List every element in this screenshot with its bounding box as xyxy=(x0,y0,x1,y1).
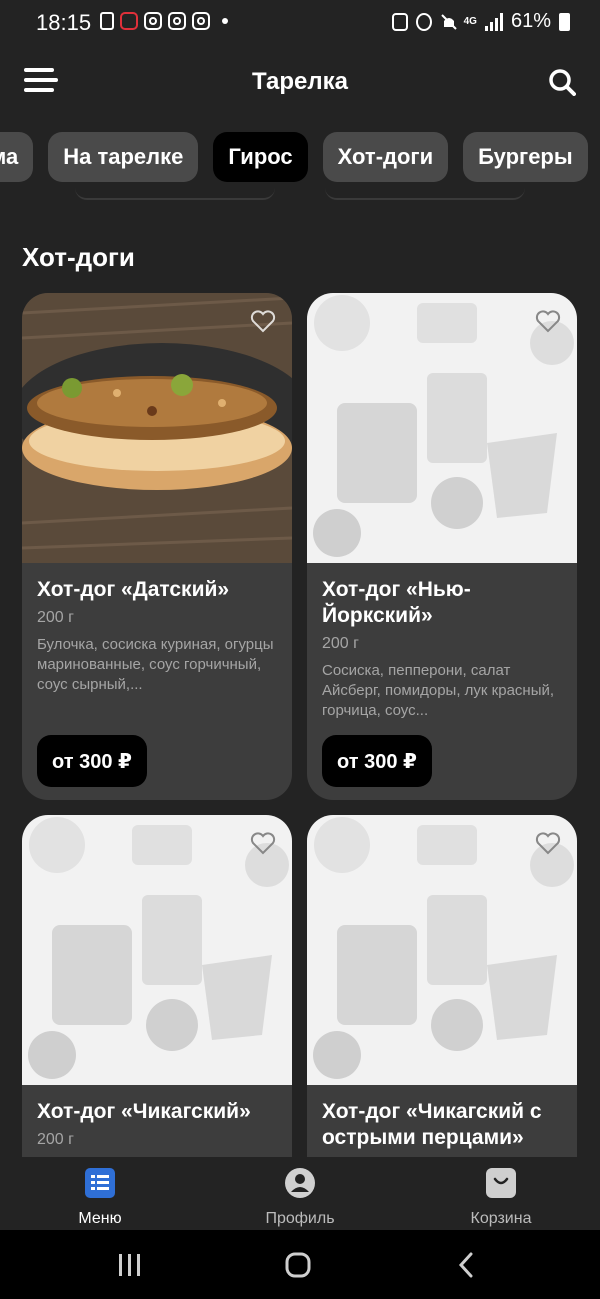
product-image-placeholder xyxy=(22,815,292,1085)
app-bar: Тарелка xyxy=(0,48,600,118)
tab-category[interactable]: ма xyxy=(0,132,34,182)
previous-card-edge xyxy=(325,182,525,200)
nav-profile[interactable]: Профиль xyxy=(225,1167,375,1228)
category-tabs: ма На тарелке Гирос Хот-доги Бургеры xyxy=(0,132,588,182)
back-icon[interactable] xyxy=(456,1252,476,1278)
product-weight: 200 г xyxy=(322,635,359,652)
favorite-heart-icon[interactable] xyxy=(250,309,276,333)
sd-card-icon xyxy=(100,12,114,30)
signal-icon xyxy=(484,12,503,31)
product-card[interactable]: Хот-дог «Датский» 200 г Булочка, сосиска… xyxy=(22,293,292,800)
system-navigation-bar xyxy=(0,1230,600,1299)
nav-cart[interactable]: Корзина xyxy=(426,1167,576,1228)
product-image-placeholder xyxy=(307,815,577,1085)
product-name: Хот-дог «Датский» xyxy=(37,578,230,601)
tab-category-active[interactable]: Гирос xyxy=(213,132,308,182)
battery-icon xyxy=(559,12,570,31)
instagram-icon xyxy=(144,12,162,30)
price-button[interactable]: от 300 ₽ xyxy=(37,735,147,787)
product-name: Хот-дог «Чикагский» xyxy=(37,1100,251,1123)
nav-label: Корзина xyxy=(470,1210,532,1227)
menu-scroll-area[interactable]: Хот-доги Хот-дог «Датский» 200 г Булочка… xyxy=(0,182,600,1157)
network-type: 4G xyxy=(463,16,477,27)
product-description: Булочка, сосиска куриная, огурцы маринов… xyxy=(37,636,274,693)
nav-menu[interactable]: Меню xyxy=(25,1167,175,1228)
recent-apps-icon[interactable] xyxy=(116,1252,144,1278)
product-card[interactable]: Хот-дог «Чикагский с острыми перцами» xyxy=(307,815,577,1157)
system-status-icons: 4G 61% xyxy=(391,10,570,33)
profile-icon xyxy=(285,1168,315,1198)
product-name: Хот-дог «Чикагский с острыми перцами» xyxy=(322,1100,542,1149)
previous-card-edge xyxy=(75,182,275,200)
favorite-heart-icon[interactable] xyxy=(535,831,561,855)
notification-icons xyxy=(100,12,228,30)
alarm-icon xyxy=(415,12,432,31)
tab-category[interactable]: Хот-доги xyxy=(322,132,449,182)
mute-icon xyxy=(440,13,457,31)
status-time: 18:15 xyxy=(36,10,92,35)
instagram-icon xyxy=(192,12,210,30)
battery-percent: 61% xyxy=(510,10,551,32)
product-weight: 200 г xyxy=(37,1131,74,1148)
product-name: Хот-дог «Нью-Йоркский» xyxy=(322,578,471,627)
product-card[interactable]: Хот-дог «Чикагский» 200 г xyxy=(22,815,292,1157)
home-icon[interactable] xyxy=(284,1252,312,1278)
product-weight: 200 г xyxy=(37,609,74,626)
cart-bag-icon xyxy=(486,1168,516,1198)
favorite-heart-icon[interactable] xyxy=(250,831,276,855)
price-button[interactable]: от 300 ₽ xyxy=(322,735,432,787)
product-image xyxy=(22,293,292,563)
notification-app-icon xyxy=(120,12,138,30)
tab-category[interactable]: На тарелке xyxy=(48,132,199,182)
bottom-navigation: Меню Профиль Корзина xyxy=(0,1157,600,1230)
product-image-placeholder xyxy=(307,293,577,563)
product-card[interactable]: Хот-дог «Нью-Йоркский» 200 г Сосиска, пе… xyxy=(307,293,577,800)
lock-icon xyxy=(391,12,408,31)
favorite-heart-icon[interactable] xyxy=(535,309,561,333)
nav-label: Профиль xyxy=(265,1210,335,1227)
search-icon[interactable] xyxy=(548,68,576,96)
status-bar: 18:15 4G 61% xyxy=(0,0,600,48)
section-title: Хот-доги xyxy=(22,242,135,272)
app-title: Тарелка xyxy=(251,68,349,95)
instagram-icon xyxy=(168,12,186,30)
product-description: Сосиска, пепперони, салат Айсберг, помид… xyxy=(322,662,555,719)
menu-list-icon xyxy=(85,1168,115,1198)
tab-category[interactable]: Бургеры xyxy=(463,132,588,182)
nav-label: Меню xyxy=(78,1210,122,1227)
more-notifications-icon xyxy=(222,18,228,24)
